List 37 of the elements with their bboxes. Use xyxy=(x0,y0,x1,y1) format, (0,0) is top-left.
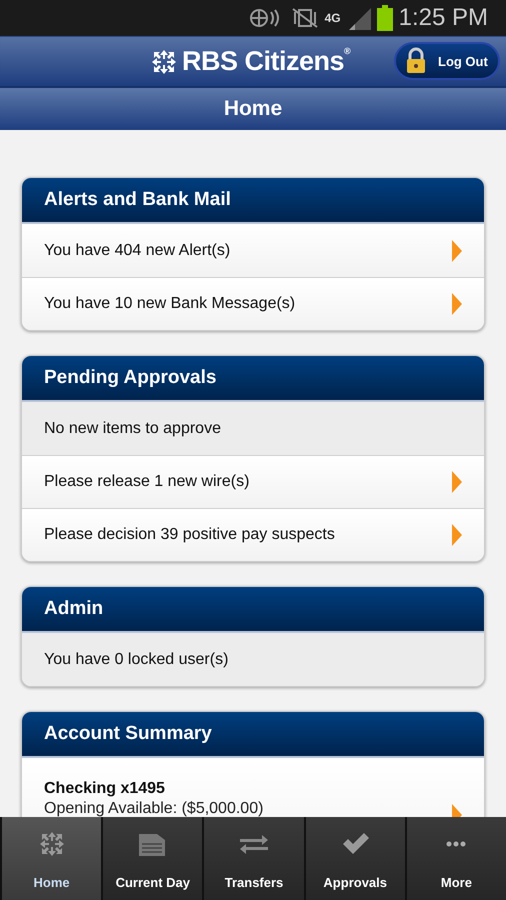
logo-icon xyxy=(38,830,66,858)
lock-icon xyxy=(404,47,428,75)
info-text: No new items to approve xyxy=(44,420,221,438)
vibrate-icon xyxy=(290,7,319,29)
status-time: 1:25 PM xyxy=(398,4,488,32)
checkmark-icon xyxy=(341,832,370,856)
nav-tab[interactable]: Approvals xyxy=(304,817,405,900)
page-title: Home xyxy=(224,97,282,121)
list-item[interactable]: Please decision 39 positive pay suspects xyxy=(22,508,484,561)
more-icon xyxy=(446,841,466,847)
card-title: Pending Approvals xyxy=(44,367,216,389)
nav-tab[interactable]: Home xyxy=(0,817,102,900)
list-item[interactable]: You have 404 new Alert(s) xyxy=(22,224,484,277)
document-icon xyxy=(138,832,167,856)
list-item[interactable]: You have 10 new Bank Message(s) xyxy=(22,277,484,330)
nav-tab[interactable]: More xyxy=(404,817,506,900)
brand-logo: RBS Citizens$^{®}$ xyxy=(182,46,350,77)
account-balance: Opening Available: ($5,000.00) xyxy=(44,800,264,817)
list-item[interactable]: Please release 1 new wire(s) xyxy=(22,455,484,508)
nav-tab[interactable]: Transfers xyxy=(202,817,304,900)
account-row[interactable]: Checking x1495 Opening Available: ($5,000.00) xyxy=(22,758,484,817)
card-title: Admin xyxy=(44,598,104,620)
info-text: You have 0 locked user(s) xyxy=(44,650,228,668)
battery-icon xyxy=(376,5,393,31)
chevron-right-icon xyxy=(452,240,462,262)
signal-icon xyxy=(346,6,371,30)
chevron-right-icon xyxy=(452,471,462,493)
logo-icon xyxy=(150,48,178,76)
network-type: 4G xyxy=(324,12,341,24)
transfer-arrows-icon xyxy=(240,834,268,854)
logout-button[interactable]: Log Out xyxy=(394,42,500,80)
chevron-right-icon xyxy=(452,293,462,315)
nav-tab[interactable]: Current Day xyxy=(101,817,202,900)
account-name: Checking x1495 xyxy=(44,780,166,798)
card-title: Account Summary xyxy=(44,723,212,745)
card-title: Alerts and Bank Mail xyxy=(44,189,231,211)
chevron-right-icon xyxy=(452,524,462,546)
